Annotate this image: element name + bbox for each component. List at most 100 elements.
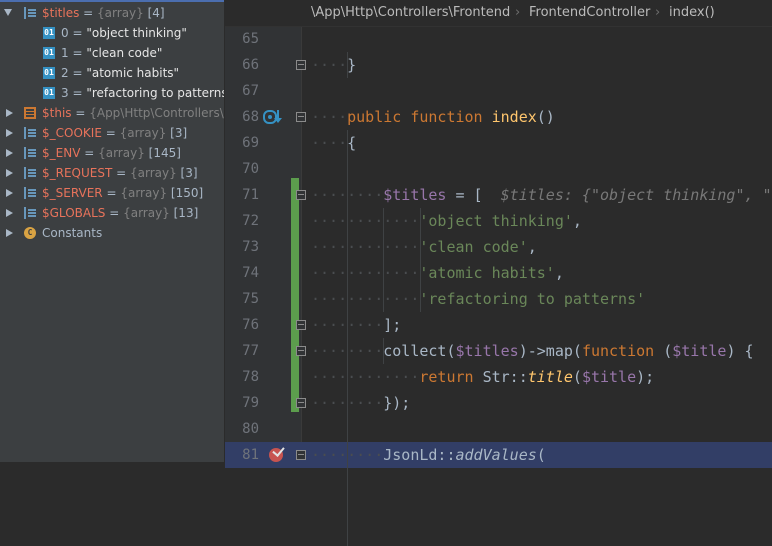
code-text: ············'clean code', — [311, 234, 537, 260]
fold-marker-icon[interactable] — [296, 112, 306, 122]
code-token: ( — [654, 342, 672, 360]
step-into-icon[interactable] — [277, 110, 279, 120]
code-line[interactable]: 70 — [225, 156, 772, 182]
line-number[interactable]: 73 — [225, 234, 259, 260]
variable-child-item[interactable]: 013 = "refactoring to patterns" — [0, 83, 224, 103]
breadcrumb: \App\Http\Controllers\Frontend › Fronten… — [225, 0, 772, 27]
variable-type: {array} — [123, 206, 170, 220]
variable-item[interactable]: $_ENV = {array} [145] — [0, 143, 224, 163]
line-number[interactable]: 72 — [225, 208, 259, 234]
code-token: 'atomic habits' — [419, 264, 554, 282]
variable-item[interactable]: $_SERVER = {array} [150] — [0, 183, 224, 203]
code-token: ············ — [311, 212, 419, 230]
variable-item[interactable]: $_COOKIE = {array} [3] — [0, 123, 224, 143]
code-line[interactable]: 74············'atomic habits', — [225, 260, 772, 286]
variable-child-item[interactable]: 011 = "clean code" — [0, 43, 224, 63]
line-number[interactable]: 68 — [225, 104, 259, 130]
code-line[interactable]: 78············return Str::title($title); — [225, 364, 772, 390]
code-line[interactable]: 75············'refactoring to patterns' — [225, 286, 772, 312]
collapsed-arrow-icon[interactable] — [6, 149, 13, 157]
variable-value: "refactoring to patterns" — [86, 86, 224, 100]
array-icon — [24, 7, 38, 19]
line-number[interactable]: 76 — [225, 312, 259, 338]
code-line[interactable]: 77········collect($titles)->map(function… — [225, 338, 772, 364]
variable-equals: = — [69, 46, 87, 60]
code-token: ); — [636, 368, 654, 386]
fold-marker-icon[interactable] — [296, 190, 306, 200]
line-number[interactable]: 70 — [225, 156, 259, 182]
variable-name: $titles — [42, 6, 79, 20]
variable-name: 0 — [61, 26, 69, 40]
code-line-current[interactable]: 81········JsonLd::addValues( — [225, 442, 772, 468]
code-line[interactable]: 73 ············'clean code', — [225, 234, 772, 260]
code-token: } — [347, 56, 356, 74]
expanded-arrow-icon[interactable] — [4, 9, 12, 16]
code-text: ········]; — [311, 312, 401, 338]
code-token: () — [537, 108, 555, 126]
breadcrumb-namespace[interactable]: \App\Http\Controllers\Frontend — [311, 0, 510, 26]
variable-type: {App\Http\Controllers\F — [89, 106, 224, 120]
code-token: JsonLd:: — [383, 446, 455, 464]
code-token: ···· — [311, 56, 347, 74]
line-number[interactable]: 81 — [225, 442, 259, 468]
code-line[interactable]: 65 — [225, 26, 772, 52]
code-line[interactable]: 80 — [225, 416, 772, 442]
breadcrumb-separator: › — [655, 0, 660, 26]
variable-item[interactable]: CConstants — [0, 223, 224, 243]
collapsed-arrow-icon[interactable] — [6, 209, 13, 217]
collapsed-arrow-icon[interactable] — [6, 169, 13, 177]
code-editor[interactable]: \App\Http\Controllers\Frontend › Fronten… — [225, 0, 772, 462]
object-icon — [24, 107, 36, 119]
line-number[interactable]: 71 — [225, 182, 259, 208]
variable-child-item[interactable]: 010 = "object thinking" — [0, 23, 224, 43]
code-token — [483, 108, 492, 126]
breakpoint-icon[interactable] — [269, 448, 283, 462]
code-line[interactable]: 79········}); — [225, 390, 772, 416]
line-number[interactable]: 78 — [225, 364, 259, 390]
variable-item[interactable]: $titles = {array} [4] — [0, 3, 224, 23]
fold-marker-icon[interactable] — [296, 398, 306, 408]
code-token: $titles — [456, 342, 519, 360]
code-text: ········collect($titles)->map(function (… — [311, 338, 772, 364]
variable-item[interactable]: $GLOBALS = {array} [13] — [0, 203, 224, 223]
fold-marker-icon[interactable] — [296, 320, 306, 330]
code-line[interactable]: 76 ········]; — [225, 312, 772, 338]
variable-item[interactable]: $_REQUEST = {array} [3] — [0, 163, 224, 183]
line-number[interactable]: 74 — [225, 260, 259, 286]
code-line[interactable]: 72············'object thinking', — [225, 208, 772, 234]
collapsed-arrow-icon[interactable] — [6, 109, 13, 117]
code-line[interactable]: 67 — [225, 78, 772, 104]
collapsed-arrow-icon[interactable] — [6, 229, 13, 237]
variable-count: [4] — [144, 6, 165, 20]
variable-name: $_ENV — [42, 146, 80, 160]
variable-label: $_REQUEST = {array} [3] — [42, 163, 198, 183]
breadcrumb-method[interactable]: index() — [669, 0, 715, 26]
code-line[interactable]: 71········$titles = [ $titles: {"object … — [225, 182, 772, 208]
line-number[interactable]: 67 — [225, 78, 259, 104]
code-line[interactable]: 69 ····{ — [225, 130, 772, 156]
line-number[interactable]: 69 — [225, 130, 259, 156]
fold-marker-icon[interactable] — [296, 60, 306, 70]
line-number[interactable]: 75 — [225, 286, 259, 312]
code-line[interactable]: 68····public function index() — [225, 104, 772, 130]
collapsed-arrow-icon[interactable] — [6, 129, 13, 137]
line-number[interactable]: 77 — [225, 338, 259, 364]
variable-child-item[interactable]: 012 = "atomic habits" — [0, 63, 224, 83]
code-token: function — [582, 342, 654, 360]
panel-focus-line — [0, 0, 224, 2]
code-text: ····{ — [311, 130, 356, 156]
code-line[interactable]: 66 ····} — [225, 52, 772, 78]
breadcrumb-class[interactable]: FrontendController — [529, 0, 650, 26]
line-number[interactable]: 66 — [225, 52, 259, 78]
vcs-change-marker[interactable] — [291, 178, 299, 412]
line-number[interactable]: 80 — [225, 416, 259, 442]
line-number[interactable]: 79 — [225, 390, 259, 416]
variable-item[interactable]: $this = {App\Http\Controllers\F — [0, 103, 224, 123]
collapsed-arrow-icon[interactable] — [6, 189, 13, 197]
line-number[interactable]: 65 — [225, 26, 259, 52]
variable-name: $_COOKIE — [42, 126, 102, 140]
array-element-icon: 01 — [43, 47, 55, 59]
fold-marker-icon[interactable] — [296, 450, 306, 460]
variable-count: [145] — [145, 146, 181, 160]
fold-marker-icon[interactable] — [296, 346, 306, 356]
